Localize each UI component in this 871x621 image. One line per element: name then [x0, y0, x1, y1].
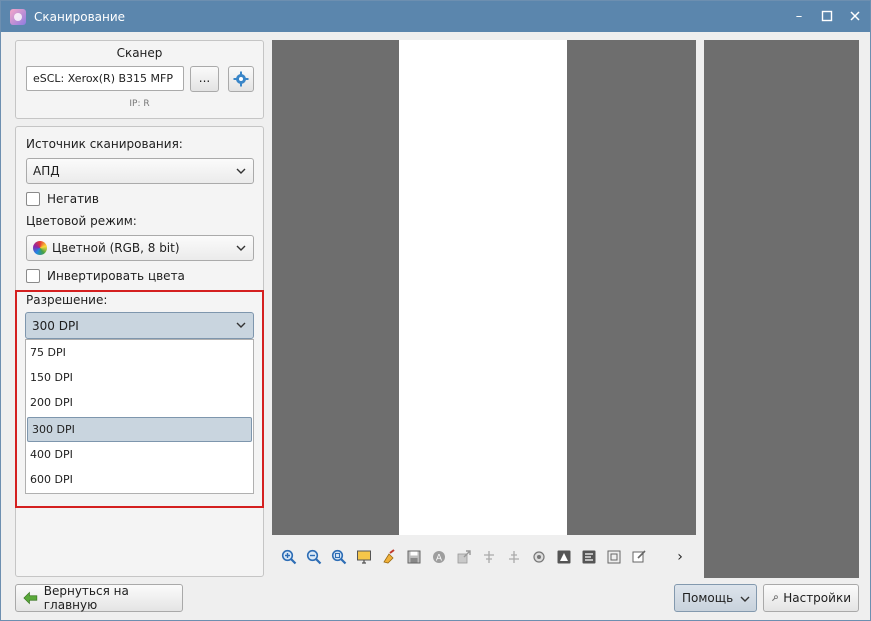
- scan-preview-page: [399, 40, 567, 535]
- resolution-value: 300 DPI: [32, 318, 79, 333]
- chevron-down-icon: [236, 168, 246, 174]
- titlebar: Сканирование –: [1, 1, 870, 32]
- thumbnail-panel[interactable]: [704, 40, 859, 578]
- color-mode-value: Цветной (RGB, 8 bit): [52, 241, 180, 255]
- clean-icon[interactable]: [379, 547, 399, 567]
- svg-text:A: A: [436, 554, 443, 564]
- rotate-right-icon[interactable]: [504, 547, 524, 567]
- scanner-settings-button[interactable]: [228, 66, 254, 92]
- scanner-device-field[interactable]: eSCL: Xerox(R) B315 MFP: [26, 66, 184, 91]
- export-icon[interactable]: [454, 547, 474, 567]
- crop-icon[interactable]: [604, 547, 624, 567]
- maximize-icon[interactable]: [820, 10, 834, 24]
- source-value: АПД: [33, 164, 60, 178]
- source-label: Источник сканирования:: [26, 137, 183, 151]
- scan-preview-area[interactable]: [272, 40, 696, 535]
- dropdown-option-200[interactable]: 200 DPI: [26, 391, 253, 416]
- chevron-down-icon: [236, 245, 246, 251]
- resolution-select[interactable]: 300 DPI: [25, 312, 254, 339]
- checkbox-box[interactable]: [26, 192, 40, 206]
- rotate-left-icon[interactable]: [479, 547, 499, 567]
- checkbox-box[interactable]: [26, 269, 40, 283]
- color-mode-label: Цветовой режим:: [26, 214, 137, 228]
- scanner-heading: Сканер: [116, 46, 163, 60]
- invert-label: Инвертировать цвета: [47, 269, 185, 283]
- dropdown-option-400[interactable]: 400 DPI: [26, 443, 253, 468]
- dropdown-option-150[interactable]: 150 DPI: [26, 366, 253, 391]
- negative-checkbox[interactable]: Негатив: [26, 192, 99, 206]
- back-to-home-button[interactable]: Вернуться на главную: [15, 584, 183, 612]
- resolution-dropdown-list: 75 DPI 150 DPI 200 DPI 300 DPI 400 DPI 6…: [25, 339, 254, 494]
- text-icon[interactable]: A: [429, 547, 449, 567]
- dropdown-option-600[interactable]: 600 DPI: [26, 468, 253, 493]
- settings-icon[interactable]: [529, 547, 549, 567]
- help-label: Помощь: [682, 591, 734, 605]
- negative-label: Негатив: [47, 192, 99, 206]
- monitor-icon[interactable]: [354, 547, 374, 567]
- mirror-icon[interactable]: [554, 547, 574, 567]
- settings-button[interactable]: Настройки: [763, 584, 859, 612]
- close-icon[interactable]: [848, 10, 862, 24]
- source-select[interactable]: АПД: [26, 158, 254, 184]
- scan-window: Сканирование – Сканер eSCL: Xerox(R) B31…: [0, 0, 871, 621]
- color-wheel-icon: [33, 241, 47, 255]
- edit-icon[interactable]: [629, 547, 649, 567]
- wrench-icon: [771, 594, 778, 601]
- scanner-ip-label: IP: R: [129, 99, 150, 109]
- back-to-home-label: Вернуться на главную: [43, 584, 129, 612]
- arrow-left-icon: [23, 591, 38, 605]
- invert-colors-checkbox[interactable]: Инвертировать цвета: [26, 269, 185, 283]
- zoom-out-icon[interactable]: [304, 547, 324, 567]
- browse-scanner-button[interactable]: ...: [190, 66, 219, 92]
- gear-icon: [233, 71, 249, 87]
- scanner-group: Сканер eSCL: Xerox(R) B315 MFP ... IP: R: [15, 40, 264, 119]
- help-button[interactable]: Помощь: [674, 584, 757, 612]
- window-title: Сканирование: [34, 9, 126, 24]
- chevron-down-icon: [236, 322, 246, 328]
- color-mode-select[interactable]: Цветной (RGB, 8 bit): [26, 235, 254, 261]
- app-icon: [10, 8, 26, 25]
- zoom-in-icon[interactable]: [279, 547, 299, 567]
- align-icon[interactable]: [579, 547, 599, 567]
- minimize-icon[interactable]: –: [792, 9, 806, 24]
- dropdown-option-75[interactable]: 75 DPI: [26, 341, 253, 366]
- save-icon[interactable]: [404, 547, 424, 567]
- zoom-fit-icon[interactable]: [329, 547, 349, 567]
- dropdown-option-300[interactable]: 300 DPI: [27, 417, 252, 442]
- preview-toolbar: A: [279, 546, 649, 568]
- chevron-down-icon: [740, 596, 750, 602]
- settings-label: Настройки: [783, 591, 851, 605]
- window-controls: –: [792, 1, 862, 32]
- toolbar-more-button[interactable]: ›: [671, 548, 689, 566]
